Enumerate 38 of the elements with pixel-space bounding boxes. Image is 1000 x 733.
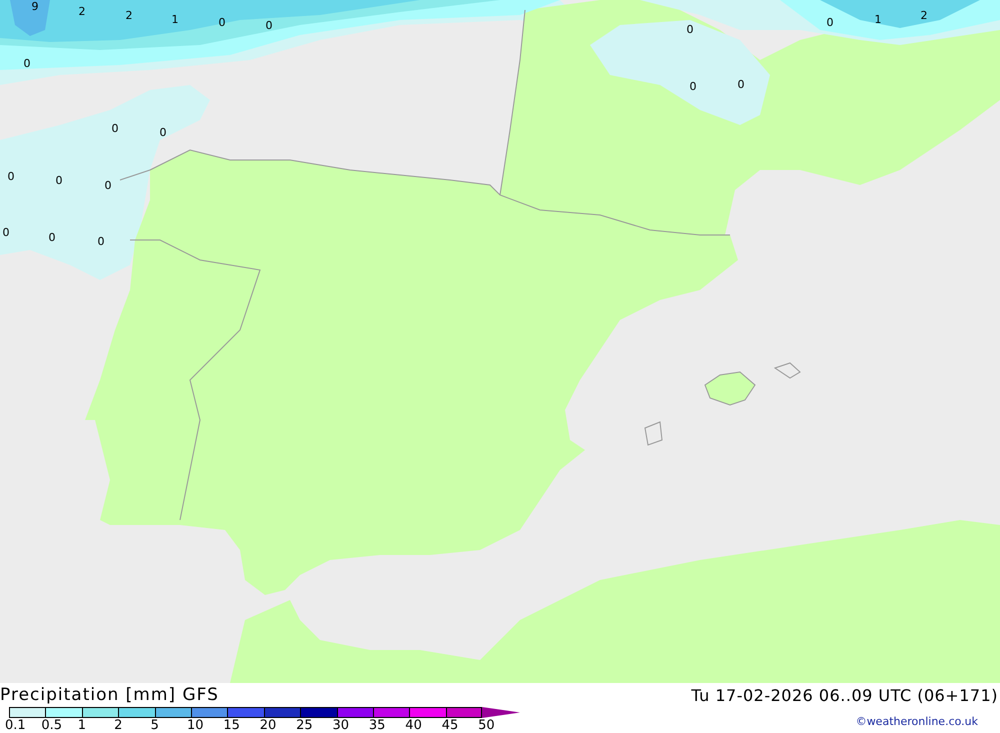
precipitation-value: 0 <box>104 179 112 192</box>
scale-label: 40 <box>405 718 422 733</box>
precipitation-value: 0 <box>160 126 166 139</box>
scale-label: 50 <box>478 718 495 733</box>
precipitation-value: 2 <box>920 9 928 22</box>
copyright-link[interactable]: ©weatheronline.co.uk <box>856 715 978 728</box>
precipitation-value: 1 <box>172 13 178 26</box>
precipitation-value: 0 <box>686 23 694 36</box>
precipitation-value: 0 <box>218 16 226 29</box>
precipitation-value: 0 <box>826 16 834 29</box>
scale-label: 5 <box>150 718 159 733</box>
scale-label: 15 <box>223 718 240 733</box>
precipitation-value: 0 <box>98 235 104 248</box>
scale-label: 25 <box>296 718 313 733</box>
precipitation-value: 2 <box>78 5 86 18</box>
precipitation-value: 0 <box>266 19 272 32</box>
map-title: Precipitation [mm] GFS <box>0 685 219 705</box>
scale-label: 20 <box>260 718 276 733</box>
precipitation-value: 0 <box>690 80 696 93</box>
valid-time: Tu 17-02-2026 06..09 UTC (06+171) <box>691 686 998 704</box>
precipitation-value: 2 <box>126 9 132 22</box>
precipitation-value: 1 <box>874 13 882 26</box>
scale-label: 35 <box>368 718 386 733</box>
scale-label: 0.5 <box>41 718 62 733</box>
precipitation-value: 0 <box>112 122 118 135</box>
precipitation-value: 0 <box>8 170 14 183</box>
precipitation-value: 0 <box>56 174 62 187</box>
scale-label: 2 <box>114 718 122 733</box>
precipitation-value: 0 <box>48 231 56 244</box>
scale-label: 10 <box>186 718 204 733</box>
scale-label: 0.1 <box>5 718 26 733</box>
precipitation-value: 9 <box>32 0 38 13</box>
scale-label: 45 <box>442 718 458 733</box>
precipitation-value: 0 <box>738 78 744 91</box>
precipitation-value: 0 <box>24 57 30 70</box>
scale-label: 1 <box>78 718 86 733</box>
scale-label: 30 <box>332 718 350 733</box>
precipitation-value: 0 <box>2 226 10 239</box>
